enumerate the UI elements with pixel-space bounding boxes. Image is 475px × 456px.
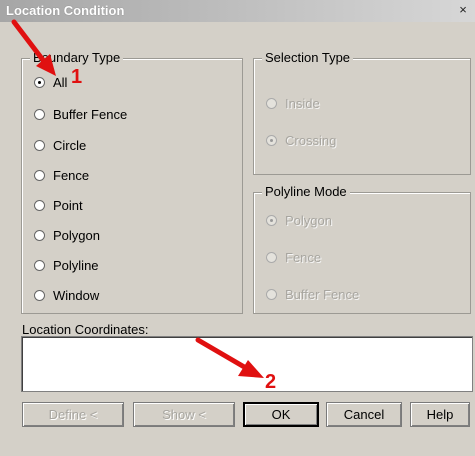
radio-polyline-polygon-icon[interactable]: [266, 215, 277, 226]
radio-polyline-buffer-fence-label: Buffer Fence: [285, 287, 360, 302]
show-button-label: Show <: [162, 407, 206, 422]
annotation-arrow-2: [195, 337, 264, 378]
radio-crossing[interactable]: Crossing: [266, 133, 336, 148]
radio-polyline-buffer-fence-icon[interactable]: [266, 289, 277, 300]
help-button[interactable]: Help: [410, 402, 470, 427]
location-coordinates-label: Location Coordinates:: [22, 322, 149, 337]
radio-fence[interactable]: Fence: [34, 168, 89, 183]
cancel-button-label: Cancel: [343, 407, 385, 422]
radio-crossing-label: Crossing: [285, 133, 337, 148]
radio-point[interactable]: Point: [34, 198, 83, 213]
ok-button[interactable]: OK: [243, 402, 319, 427]
radio-buffer-fence-icon[interactable]: [34, 109, 45, 120]
polyline-mode-group: Polyline Mode Polygon Fence Buffer Fence: [253, 184, 471, 314]
window-title: Location Condition: [6, 3, 125, 18]
radio-circle-label: Circle: [53, 138, 87, 153]
radio-polyline-icon[interactable]: [34, 260, 45, 271]
annotation-number-2: 2: [265, 371, 277, 393]
close-icon[interactable]: ×: [455, 2, 471, 18]
radio-point-icon[interactable]: [34, 200, 45, 211]
radio-point-label: Point: [53, 198, 83, 213]
help-button-label: Help: [426, 407, 454, 422]
annotation-number-1: 1: [71, 66, 83, 88]
radio-polygon[interactable]: Polygon: [34, 228, 100, 243]
radio-window[interactable]: Window: [34, 288, 99, 303]
polyline-mode-legend: Polyline Mode: [262, 184, 350, 199]
define-button-label: Define <: [48, 407, 98, 422]
radio-buffer-fence-label: Buffer Fence: [53, 107, 128, 122]
radio-polyline[interactable]: Polyline: [34, 258, 99, 273]
radio-polyline-label: Polyline: [53, 258, 99, 273]
radio-polygon-icon[interactable]: [34, 230, 45, 241]
define-button[interactable]: Define <: [22, 402, 124, 427]
selection-type-group: Selection Type Inside Crossing: [253, 50, 471, 175]
radio-circle[interactable]: Circle: [34, 138, 86, 153]
radio-fence-label: Fence: [53, 168, 90, 183]
radio-polyline-fence[interactable]: Fence: [266, 250, 321, 265]
cancel-button[interactable]: Cancel: [326, 402, 402, 427]
ok-button-label: OK: [271, 407, 291, 422]
radio-window-icon[interactable]: [34, 290, 45, 301]
radio-window-label: Window: [53, 288, 100, 303]
annotation-arrow-1: [11, 19, 56, 76]
radio-buffer-fence[interactable]: Buffer Fence: [34, 107, 127, 122]
show-button[interactable]: Show <: [133, 402, 235, 427]
radio-inside-icon[interactable]: [266, 98, 277, 109]
radio-fence-icon[interactable]: [34, 170, 45, 181]
radio-crossing-icon[interactable]: [266, 135, 277, 146]
radio-polyline-fence-icon[interactable]: [266, 252, 277, 263]
radio-polyline-polygon[interactable]: Polygon: [266, 213, 332, 228]
radio-polygon-label: Polygon: [53, 228, 100, 243]
radio-polyline-polygon-label: Polygon: [285, 213, 332, 228]
radio-inside-label: Inside: [285, 96, 320, 111]
radio-polyline-buffer-fence[interactable]: Buffer Fence: [266, 287, 359, 302]
title-bar: Location Condition ×: [0, 0, 475, 22]
radio-circle-icon[interactable]: [34, 140, 45, 151]
radio-polyline-fence-label: Fence: [285, 250, 322, 265]
boundary-type-group: Boundary Type All Buffer Fence Circle Fe…: [21, 50, 243, 314]
selection-type-legend: Selection Type: [262, 50, 354, 65]
radio-inside[interactable]: Inside: [266, 96, 320, 111]
